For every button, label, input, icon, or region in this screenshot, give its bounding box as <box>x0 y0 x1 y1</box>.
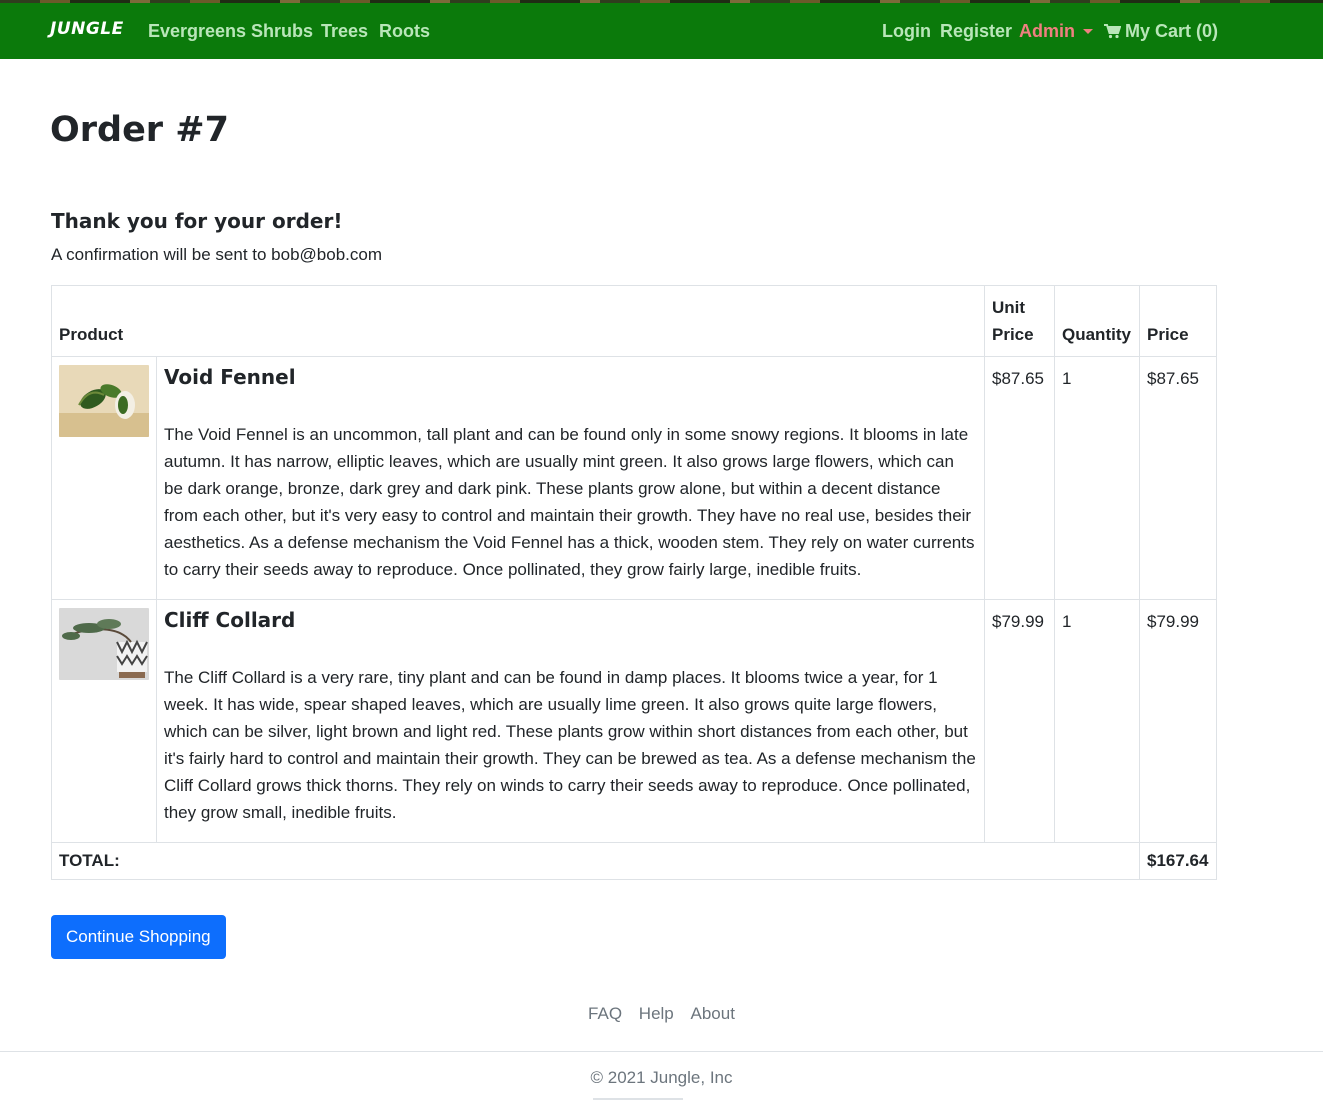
order-table: Product Unit Price Quantity Price Void F… <box>51 285 1217 880</box>
table-row: Cliff Collard The Cliff Collard is a ver… <box>51 599 1217 843</box>
footer-divider <box>593 1098 683 1100</box>
product-image-cell <box>51 356 157 600</box>
footer-divider <box>0 1051 1323 1052</box>
footer-links: FAQ Help About <box>0 1004 1323 1024</box>
total-row: TOTAL: $167.64 <box>51 842 1217 880</box>
page-title: Order #7 <box>50 110 229 150</box>
nav-shrubs[interactable]: Shrubs <box>251 21 313 42</box>
product-info-cell: Cliff Collard The Cliff Collard is a ver… <box>156 599 985 843</box>
total-label: TOTAL: <box>51 842 1140 880</box>
total-value: $167.64 <box>1139 842 1217 880</box>
footer-link-help[interactable]: Help <box>639 1004 674 1023</box>
copyright-text: © 2021 Jungle, Inc <box>590 1068 733 1087</box>
table-header-row: Product Unit Price Quantity Price <box>51 285 1217 357</box>
product-description: The Cliff Collard is a very rare, tiny p… <box>164 668 976 822</box>
shopping-cart-icon <box>1104 23 1122 44</box>
unit-price: $79.99 <box>984 599 1055 843</box>
product-image-cell <box>51 599 157 843</box>
footer-link-about[interactable]: About <box>691 1004 735 1023</box>
top-navbar: JUNGLE Evergreens Shrubs Trees Roots Log… <box>0 0 1323 59</box>
footer-link-faq[interactable]: FAQ <box>588 1004 622 1023</box>
product-description: The Void Fennel is an uncommon, tall pla… <box>164 425 975 579</box>
bonsai-photo[interactable] <box>59 608 149 680</box>
line-price: $79.99 <box>1139 599 1217 843</box>
nav-trees[interactable]: Trees <box>321 21 368 42</box>
line-price: $87.65 <box>1139 356 1217 600</box>
nav-cart-label: My Cart (0) <box>1125 21 1219 41</box>
header-unit-price: Unit Price <box>984 285 1055 357</box>
product-name[interactable]: Cliff Collard <box>164 608 977 632</box>
product-name[interactable]: Void Fennel <box>164 365 977 389</box>
nav-roots[interactable]: Roots <box>379 21 430 42</box>
continue-shopping-button[interactable]: Continue Shopping <box>51 915 226 959</box>
header-price: Price <box>1139 285 1217 357</box>
thank-you-heading: Thank you for your order! <box>51 209 343 233</box>
unit-price: $87.65 <box>984 356 1055 600</box>
confirmation-text: A confirmation will be sent to bob@bob.c… <box>51 245 382 264</box>
potted-plant-photo[interactable] <box>59 365 149 437</box>
nav-evergreens[interactable]: Evergreens <box>148 21 246 42</box>
quantity: 1 <box>1054 599 1140 843</box>
header-quantity: Quantity <box>1054 285 1140 357</box>
nav-admin-dropdown[interactable]: Admin <box>1019 21 1093 42</box>
header-product: Product <box>51 285 985 357</box>
product-info-cell: Void Fennel The Void Fennel is an uncomm… <box>156 356 985 600</box>
nav-cart[interactable]: My Cart (0) <box>1104 21 1218 44</box>
brand-logo[interactable]: JUNGLE <box>50 19 124 39</box>
quantity: 1 <box>1054 356 1140 600</box>
nav-admin-label: Admin <box>1019 21 1075 41</box>
chevron-down-icon <box>1083 29 1093 34</box>
table-row: Void Fennel The Void Fennel is an uncomm… <box>51 356 1217 600</box>
nav-login[interactable]: Login <box>882 21 931 42</box>
nav-register[interactable]: Register <box>940 21 1012 42</box>
